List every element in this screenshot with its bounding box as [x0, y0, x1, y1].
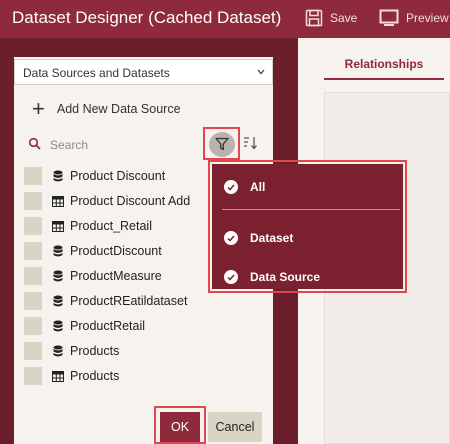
data-source-select-value: Data Sources and Datasets: [23, 66, 170, 80]
table-icon: [52, 220, 64, 232]
save-icon: [305, 9, 323, 27]
list-item-label: ProductMeasure: [70, 269, 162, 283]
list-item[interactable]: Products: [24, 365, 214, 387]
cancel-button[interactable]: Cancel: [208, 412, 262, 442]
list-item-label: Product Discount Add: [70, 194, 191, 208]
chevron-down-icon: [257, 69, 265, 75]
search-input[interactable]: [50, 135, 200, 155]
filter-button[interactable]: [203, 127, 240, 160]
list-item[interactable]: Product_Retail: [24, 215, 214, 237]
preview-label: Preview: [406, 11, 449, 25]
list-item[interactable]: ProductDiscount: [24, 240, 214, 262]
sort-icon[interactable]: [243, 136, 259, 150]
checkbox[interactable]: [24, 317, 42, 335]
checkbox[interactable]: [24, 342, 42, 360]
filter-option-all[interactable]: All: [224, 176, 265, 198]
list-item-label: ProductRetail: [70, 319, 146, 333]
list-item[interactable]: ProductREatildataset: [24, 290, 214, 312]
check-circle-icon: [224, 180, 238, 194]
checkbox[interactable]: [24, 217, 42, 235]
filter-icon: [215, 137, 229, 151]
list-item-label: ProductDiscount: [70, 244, 162, 258]
filter-menu: All Dataset Data Source: [212, 164, 403, 289]
table-icon: [52, 195, 64, 207]
search-icon: [28, 137, 41, 150]
save-label: Save: [330, 11, 358, 25]
list-item-label: Products: [70, 344, 120, 358]
checkbox[interactable]: [24, 367, 42, 385]
filter-option-label: Dataset: [250, 231, 294, 245]
check-circle-icon: [224, 270, 238, 284]
database-icon: [52, 320, 64, 332]
save-button[interactable]: Save: [305, 6, 357, 30]
check-circle-icon: [224, 231, 238, 245]
list-item-label: Product_Retail: [70, 219, 152, 233]
plus-icon: +: [32, 96, 45, 121]
preview-icon: [379, 9, 399, 26]
tab-relationships[interactable]: Relationships: [324, 50, 444, 80]
list-item[interactable]: ProductMeasure: [24, 265, 214, 287]
checkbox[interactable]: [24, 267, 42, 285]
menu-divider: [222, 209, 400, 210]
database-icon: [52, 170, 64, 182]
preview-button[interactable]: Preview: [379, 6, 449, 30]
filter-option-data-source[interactable]: Data Source: [224, 266, 320, 288]
title-bar: Dataset Designer (Cached Dataset) Save P…: [0, 0, 450, 38]
list-item[interactable]: Product Discount Add: [24, 190, 214, 212]
window-title: Dataset Designer (Cached Dataset): [12, 8, 282, 27]
filter-option-label: All: [250, 180, 266, 194]
list-item-label: ProductREatildataset: [70, 294, 188, 308]
list-item[interactable]: ProductRetail: [24, 315, 214, 337]
database-icon: [52, 245, 64, 257]
filter-option-label: Data Source: [250, 270, 321, 284]
checkbox[interactable]: [24, 292, 42, 310]
ok-button-highlight: OK: [154, 406, 206, 444]
database-icon: [52, 295, 64, 307]
database-icon: [52, 270, 64, 282]
filter-menu-highlight: All Dataset Data Source: [208, 160, 407, 293]
add-data-source-label: Add New Data Source: [56, 102, 181, 116]
ok-button[interactable]: OK: [160, 412, 200, 442]
database-icon: [52, 345, 64, 357]
list-item-label: Products: [70, 369, 120, 383]
table-icon: [52, 370, 64, 382]
checkbox[interactable]: [24, 192, 42, 210]
checkbox[interactable]: [24, 167, 42, 185]
list-item-label: Product Discount: [70, 169, 166, 183]
list-item[interactable]: Product Discount: [24, 165, 214, 187]
list-item[interactable]: Products: [24, 340, 214, 362]
add-data-source-button[interactable]: + Add New Data Source: [32, 98, 181, 120]
filter-option-dataset[interactable]: Dataset: [224, 227, 293, 249]
data-source-select[interactable]: Data Sources and Datasets: [14, 59, 273, 85]
checkbox[interactable]: [24, 242, 42, 260]
